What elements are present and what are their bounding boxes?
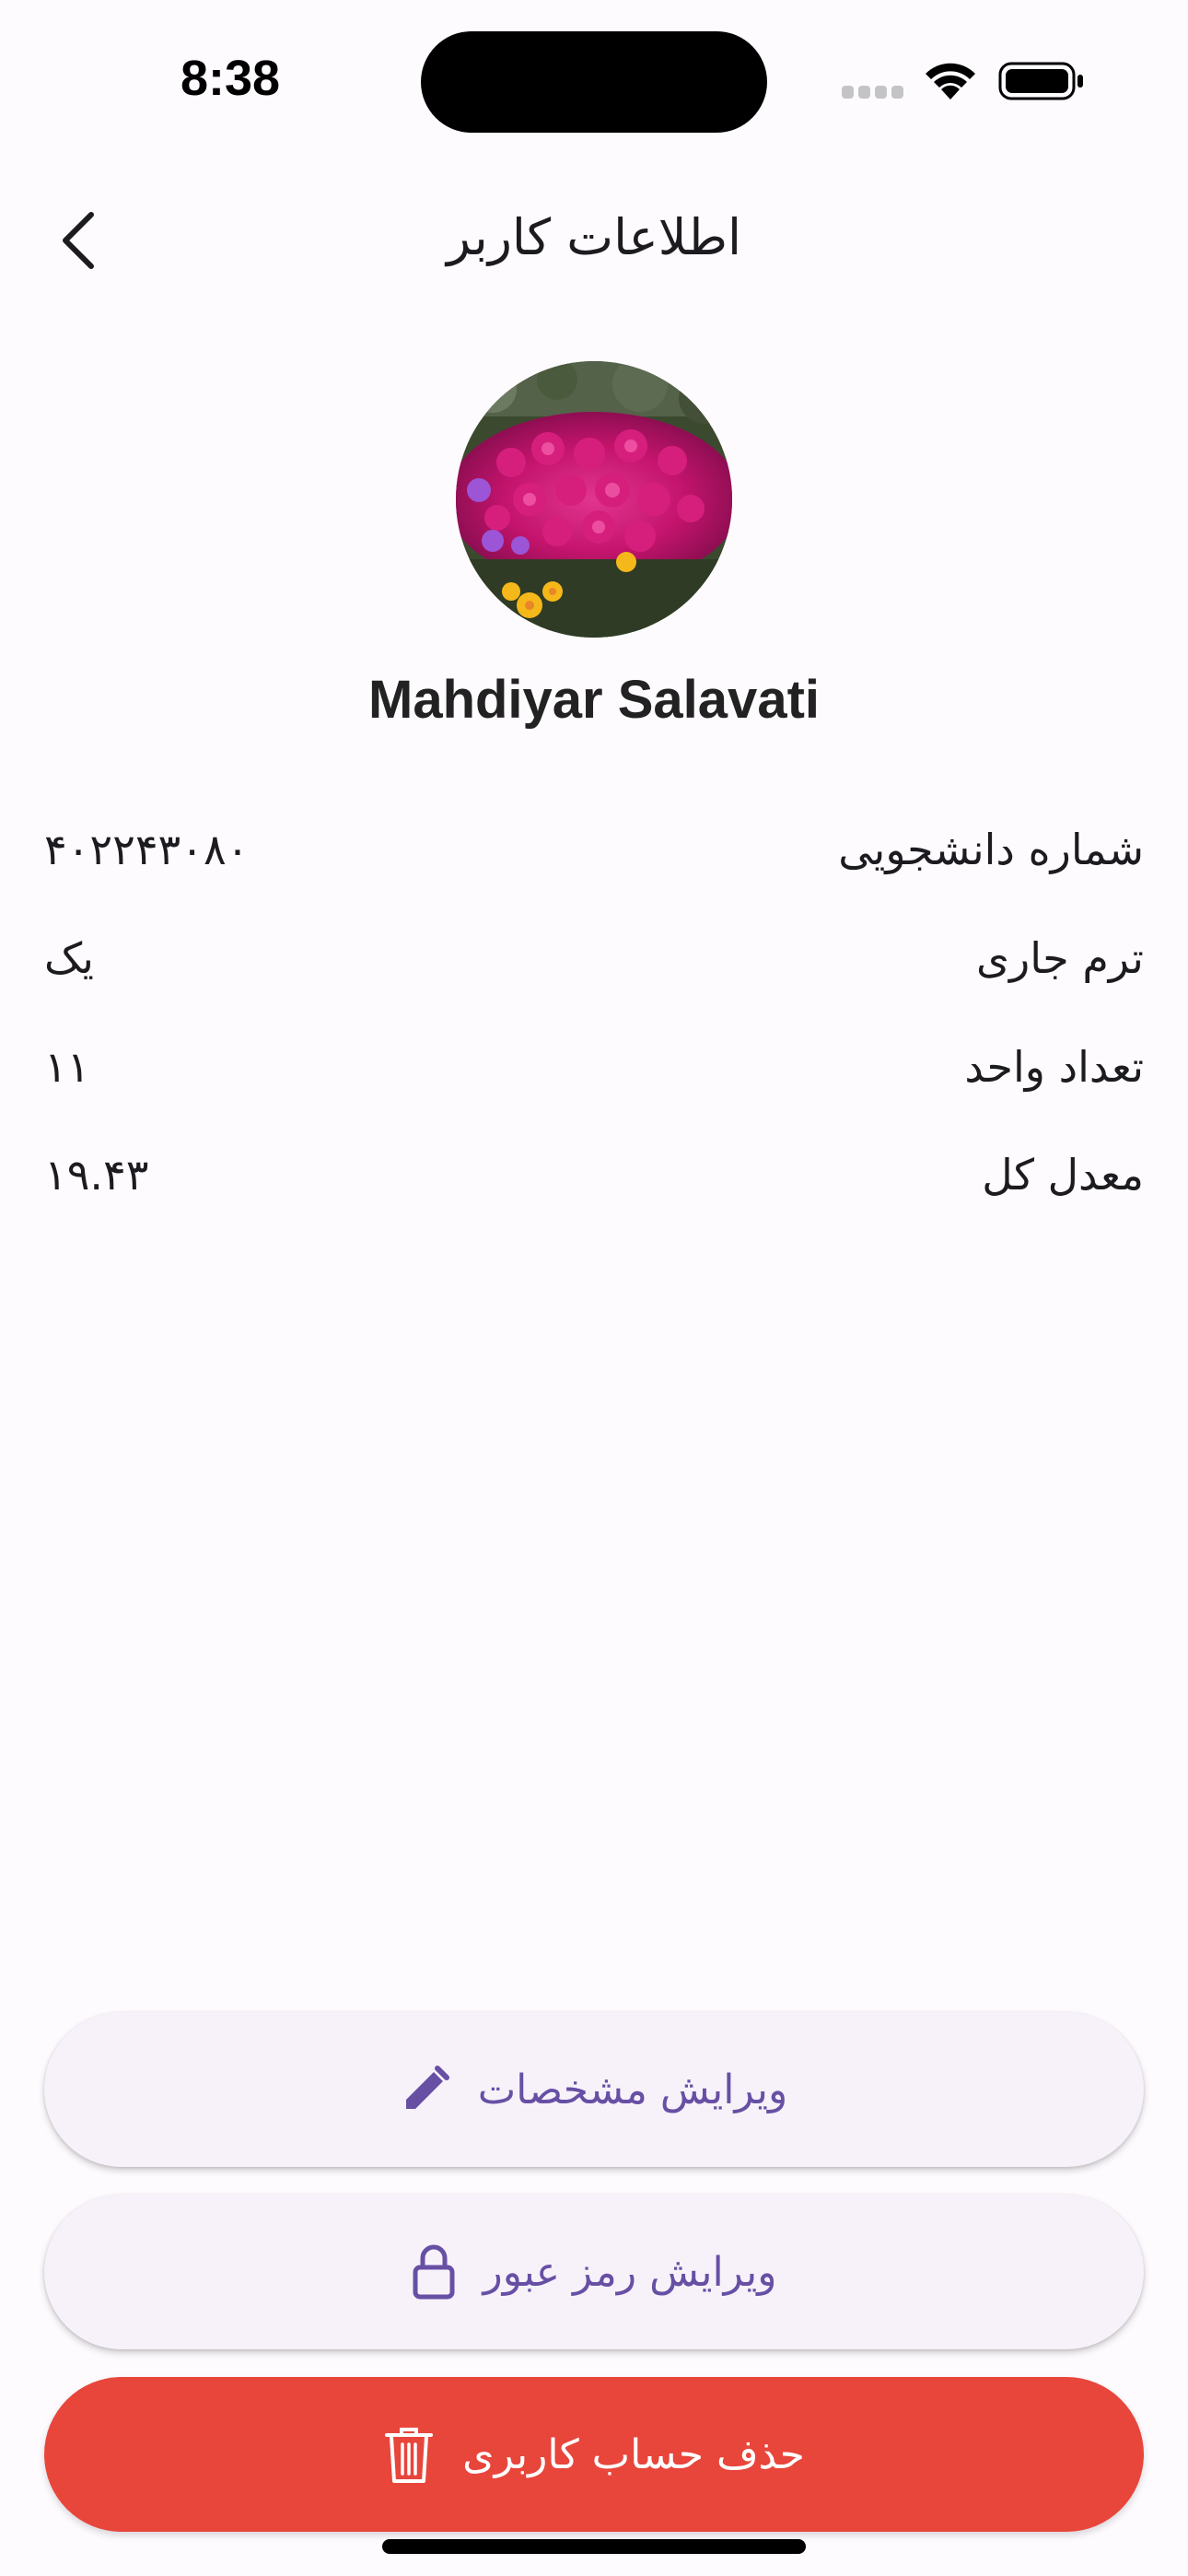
gpa-label: معدل کل bbox=[982, 1150, 1144, 1200]
chevron-left-icon bbox=[63, 212, 94, 269]
student-number-label: شماره دانشجویی bbox=[838, 825, 1144, 874]
edit-password-label: ویرایش رمز عبور bbox=[483, 2248, 777, 2296]
trash-icon bbox=[383, 2424, 435, 2485]
wifi-icon bbox=[926, 63, 975, 100]
info-row-gpa: ۱۹.۴۳ معدل کل bbox=[44, 1133, 1144, 1216]
page-title: اطلاعات کاربر bbox=[447, 208, 741, 266]
info-row-current-term: یک ترم جاری bbox=[44, 917, 1144, 1000]
edit-profile-label: ویرایش مشخصات bbox=[477, 2066, 788, 2113]
user-info-screen: 8:38 اطلاعات کاربر Mahdiyar Salavati ۴۰۲… bbox=[0, 0, 1188, 2576]
info-row-units: ۱۱ تعداد واحد bbox=[44, 1025, 1144, 1108]
user-name: Mahdiyar Salavati bbox=[368, 670, 820, 730]
delete-account-label: حذف حساب کاربری bbox=[462, 2430, 805, 2478]
units-value: ۱۱ bbox=[44, 1042, 90, 1092]
avatar bbox=[456, 361, 732, 638]
battery-icon bbox=[998, 62, 1083, 100]
info-row-student-number: ۴۰۲۲۴۳۰۸۰ شماره دانشجویی bbox=[44, 808, 1144, 891]
student-number-value: ۴۰۲۲۴۳۰۸۰ bbox=[44, 825, 250, 874]
lock-icon bbox=[412, 2243, 456, 2301]
current-term-value: یک bbox=[44, 933, 94, 983]
back-button[interactable] bbox=[41, 203, 116, 278]
delete-account-button[interactable]: حذف حساب کاربری bbox=[44, 2377, 1144, 2532]
current-term-label: ترم جاری bbox=[976, 933, 1144, 983]
cellular-signal-icon bbox=[842, 86, 904, 99]
dynamic-island bbox=[421, 31, 767, 133]
flower-photo-image bbox=[456, 361, 732, 638]
home-indicator bbox=[382, 2539, 806, 2554]
units-label: تعداد واحد bbox=[964, 1042, 1144, 1092]
pencil-icon bbox=[401, 2065, 450, 2114]
gpa-value: ۱۹.۴۳ bbox=[44, 1150, 149, 1200]
edit-password-button[interactable]: ویرایش رمز عبور bbox=[44, 2195, 1144, 2349]
edit-profile-button[interactable]: ویرایش مشخصات bbox=[44, 2012, 1144, 2167]
status-time: 8:38 bbox=[180, 51, 281, 106]
